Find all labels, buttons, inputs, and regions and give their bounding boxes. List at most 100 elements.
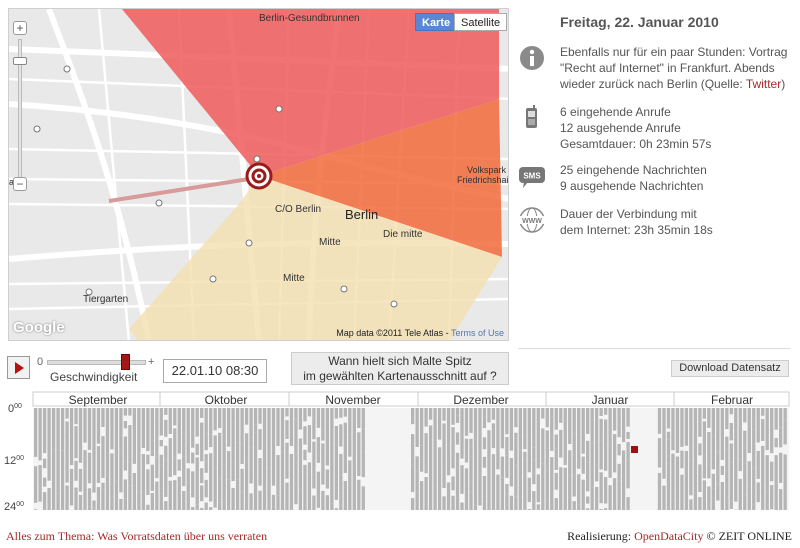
activity-bar[interactable] <box>473 479 478 506</box>
activity-bar[interactable] <box>464 497 469 510</box>
activity-bar[interactable] <box>298 489 303 510</box>
activity-bar[interactable] <box>267 443 271 468</box>
activity-bar[interactable] <box>738 449 742 460</box>
activity-bar[interactable] <box>51 467 56 482</box>
activity-bar[interactable] <box>249 408 253 448</box>
activity-bar[interactable] <box>271 408 276 441</box>
activity-bar[interactable] <box>78 468 83 492</box>
activity-bar[interactable] <box>213 435 217 454</box>
activity-bar[interactable] <box>689 429 693 460</box>
activity-bar[interactable] <box>469 481 473 493</box>
activity-bar[interactable] <box>173 480 177 510</box>
activity-bar[interactable] <box>150 492 154 510</box>
activity-bar[interactable] <box>599 440 603 470</box>
activity-bar[interactable] <box>348 470 352 510</box>
activity-bar[interactable] <box>482 501 487 510</box>
activity-bar[interactable] <box>541 463 545 495</box>
activity-bar[interactable] <box>424 408 428 427</box>
activity-bar[interactable] <box>774 478 778 510</box>
activity-bar[interactable] <box>455 415 460 423</box>
activity-bar[interactable] <box>200 485 204 502</box>
activity-bar[interactable] <box>743 408 747 423</box>
activity-bar[interactable] <box>442 408 446 421</box>
activity-bar[interactable] <box>47 443 51 481</box>
activity-bar[interactable] <box>734 430 738 459</box>
activity-bar[interactable] <box>720 465 724 475</box>
activity-bar[interactable] <box>330 503 334 510</box>
activity-bar[interactable] <box>316 454 321 463</box>
activity-bar[interactable] <box>626 497 630 510</box>
activity-bar[interactable] <box>307 505 312 511</box>
activity-bar[interactable] <box>267 467 271 510</box>
activity-bar[interactable] <box>164 460 168 497</box>
activity-bar[interactable] <box>612 434 617 473</box>
activity-bar[interactable] <box>505 455 509 478</box>
activity-bar[interactable] <box>195 457 199 484</box>
activity-bar[interactable] <box>51 408 56 415</box>
activity-bar[interactable] <box>51 481 56 510</box>
activity-bar[interactable] <box>123 436 128 462</box>
activity-bar[interactable] <box>271 506 276 510</box>
activity-bar[interactable] <box>69 435 74 466</box>
activity-bar[interactable] <box>729 462 733 502</box>
activity-bar[interactable] <box>599 480 603 504</box>
activity-bar[interactable] <box>460 408 464 424</box>
activity-bar[interactable] <box>141 454 145 473</box>
activity-bar[interactable] <box>343 422 347 460</box>
activity-bar[interactable] <box>128 425 132 462</box>
activity-bar[interactable] <box>747 486 751 510</box>
activity-bar[interactable] <box>621 450 626 464</box>
activity-bar[interactable] <box>186 468 190 493</box>
activity-bar[interactable] <box>34 414 38 457</box>
activity-bar[interactable] <box>357 432 361 477</box>
activity-bar[interactable] <box>137 466 141 493</box>
activity-bar[interactable] <box>343 481 347 510</box>
activity-bar[interactable] <box>455 461 460 477</box>
activity-bar[interactable] <box>357 408 361 429</box>
activity-bar[interactable] <box>725 470 729 502</box>
activity-bar[interactable] <box>249 447 253 484</box>
activity-bar[interactable] <box>752 422 756 430</box>
activity-bar[interactable] <box>473 408 478 439</box>
activity-bar[interactable] <box>168 438 172 477</box>
activity-bar[interactable] <box>191 471 195 498</box>
activity-bar[interactable] <box>231 488 235 510</box>
activity-bar[interactable] <box>657 408 662 434</box>
activity-bar[interactable] <box>536 422 540 469</box>
activity-bar[interactable] <box>608 408 612 443</box>
activity-bar[interactable] <box>738 459 742 472</box>
activity-bar[interactable] <box>487 507 491 510</box>
activity-bar[interactable] <box>666 490 671 508</box>
activity-bar[interactable] <box>231 422 235 463</box>
activity-bar[interactable] <box>509 495 514 510</box>
activity-bar[interactable] <box>527 509 531 510</box>
activity-bar[interactable] <box>235 479 240 510</box>
opendatacity-link[interactable]: OpenDataCity <box>634 529 703 543</box>
activity-bar[interactable] <box>60 450 65 486</box>
activity-bar[interactable] <box>150 464 154 491</box>
activity-bar[interactable] <box>316 437 321 455</box>
activity-bar[interactable] <box>204 479 208 498</box>
activity-bar[interactable] <box>554 434 558 449</box>
activity-bar[interactable] <box>428 425 433 469</box>
activity-bar[interactable] <box>87 488 92 507</box>
activity-bar[interactable] <box>702 455 707 479</box>
activity-bar[interactable] <box>675 456 680 500</box>
activity-bar[interactable] <box>182 408 186 417</box>
activity-bar[interactable] <box>348 434 352 457</box>
activity-bar[interactable] <box>262 408 267 446</box>
activity-bar[interactable] <box>491 408 496 420</box>
activity-bar[interactable] <box>150 408 154 436</box>
activity-bar[interactable] <box>361 486 365 510</box>
activity-bar[interactable] <box>738 408 742 450</box>
activity-bar[interactable] <box>563 467 567 501</box>
activity-bar[interactable] <box>411 434 415 466</box>
activity-bar[interactable] <box>271 440 276 486</box>
activity-bar[interactable] <box>496 408 500 433</box>
activity-bar[interactable] <box>42 492 47 510</box>
activity-bar[interactable] <box>662 451 666 479</box>
activity-bar[interactable] <box>779 427 783 448</box>
activity-bar[interactable] <box>294 463 298 505</box>
map-type-karte-button[interactable]: Karte <box>415 13 458 31</box>
activity-bar[interactable] <box>455 432 460 445</box>
